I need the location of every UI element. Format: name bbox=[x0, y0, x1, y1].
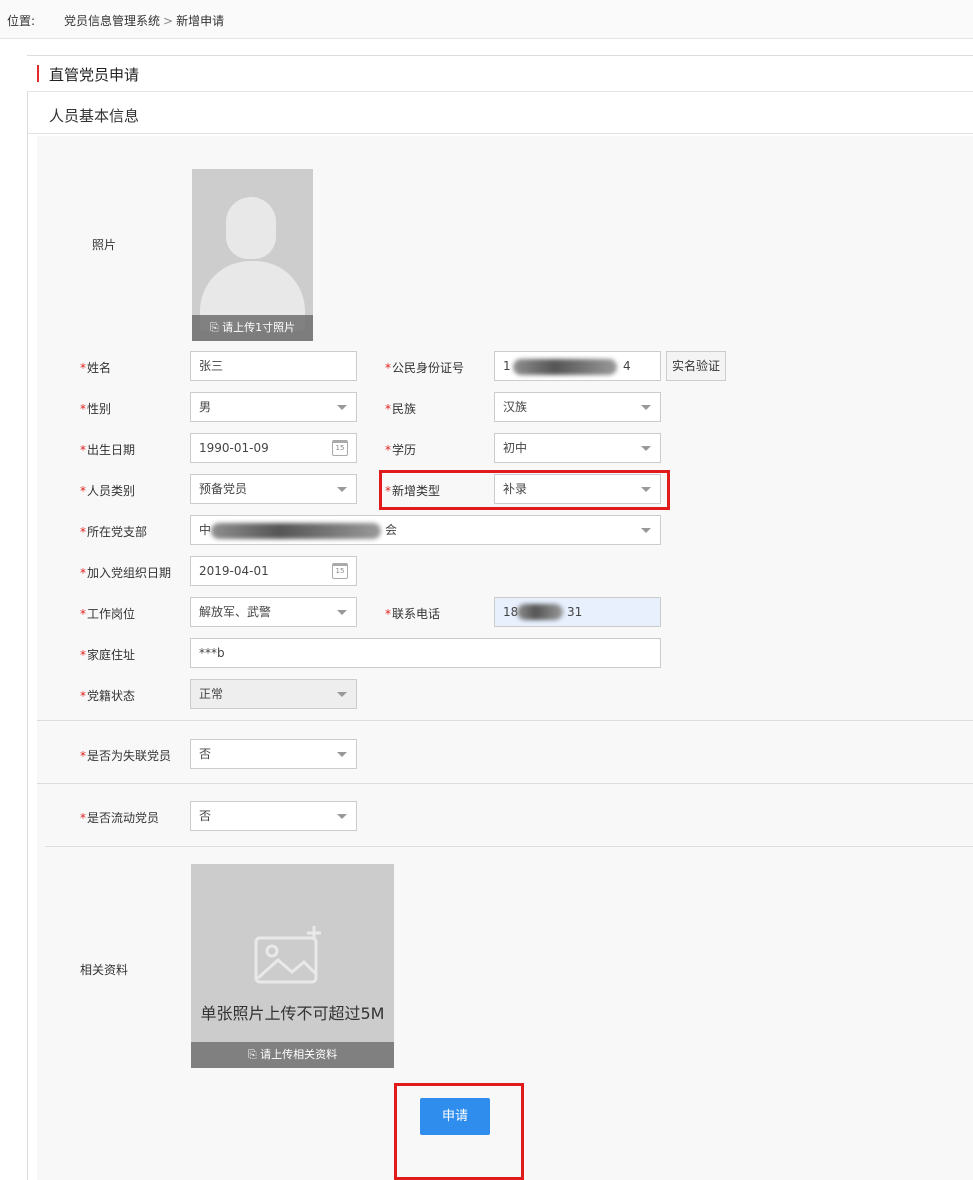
education-select[interactable]: 初中 bbox=[494, 433, 661, 463]
id-number-prefix: 1 bbox=[503, 359, 511, 373]
attachments-upload-caption[interactable]: ⎘ 请上传相关资料 bbox=[191, 1042, 394, 1068]
section-divider bbox=[37, 783, 973, 784]
required-star: * bbox=[80, 689, 86, 703]
phone-prefix: 18 bbox=[503, 605, 519, 619]
breadcrumb: 党员信息管理系统 > 新增申请 bbox=[64, 12, 224, 29]
required-star: * bbox=[80, 484, 86, 498]
required-star: * bbox=[80, 566, 86, 580]
calendar-icon[interactable]: 15 bbox=[332, 440, 348, 456]
section-header: 人员基本信息 bbox=[27, 96, 973, 134]
join-date-label: *加入党组织日期 bbox=[80, 566, 172, 580]
title-accent-bar bbox=[37, 65, 39, 82]
verify-identity-button[interactable]: 实名验证 bbox=[666, 351, 726, 381]
required-star: * bbox=[80, 648, 86, 662]
chevron-down-icon bbox=[641, 528, 651, 533]
birth-date-input[interactable]: 1990-01-09 15 bbox=[190, 433, 357, 463]
gender-select[interactable]: 男 bbox=[190, 392, 357, 422]
ethnicity-label: *民族 bbox=[385, 402, 417, 416]
upload-icon: ⎘ bbox=[209, 321, 223, 334]
id-number-suffix: 4 bbox=[623, 359, 631, 373]
required-star: * bbox=[80, 811, 86, 825]
chevron-down-icon bbox=[337, 814, 347, 819]
position-label: *工作岗位 bbox=[80, 607, 136, 621]
id-number-input[interactable]: 1 4 bbox=[494, 351, 661, 381]
breadcrumb-current: 新增申请 bbox=[176, 14, 225, 28]
image-placeholder-icon bbox=[254, 926, 321, 984]
address-input[interactable]: ***b bbox=[190, 638, 661, 668]
section-divider bbox=[45, 846, 973, 847]
calendar-icon[interactable]: 15 bbox=[332, 563, 348, 579]
chevron-down-icon bbox=[337, 487, 347, 492]
page-header: 直管党员申请 bbox=[27, 56, 973, 92]
page-title: 直管党员申请 bbox=[49, 66, 140, 84]
upload-size-note: 单张照片上传不可超过5M bbox=[200, 1004, 385, 1023]
breadcrumb-bar: 位置: 党员信息管理系统 > 新增申请 bbox=[0, 0, 973, 39]
section-title: 人员基本信息 bbox=[49, 107, 140, 125]
lost-contact-label: *是否为失联党员 bbox=[80, 749, 172, 763]
phone-suffix: 31 bbox=[567, 605, 583, 619]
address-label: *家庭住址 bbox=[80, 648, 136, 662]
phone-label: *联系电话 bbox=[385, 607, 441, 621]
photo-upload-text: 请上传1寸照片 bbox=[222, 321, 296, 334]
ethnicity-select[interactable]: 汉族 bbox=[494, 392, 661, 422]
required-star: * bbox=[80, 361, 86, 375]
member-type-label: *人员类别 bbox=[80, 484, 136, 498]
submit-highlight-box bbox=[394, 1083, 524, 1180]
required-star: * bbox=[385, 361, 391, 375]
required-star: * bbox=[80, 607, 86, 621]
position-select[interactable]: 解放军、武警 bbox=[190, 597, 357, 627]
redaction-blur bbox=[513, 359, 617, 375]
mobile-member-label: *是否流动党员 bbox=[80, 811, 160, 825]
branch-select[interactable]: 中 会 bbox=[190, 515, 661, 545]
birth-date-label: *出生日期 bbox=[80, 443, 136, 457]
phone-input[interactable]: 18 31 bbox=[494, 597, 661, 627]
id-number-label: *公民身份证号 bbox=[385, 361, 465, 375]
member-type-select[interactable]: 预备党员 bbox=[190, 474, 357, 504]
required-star: * bbox=[385, 607, 391, 621]
name-input[interactable]: 张三 bbox=[190, 351, 357, 381]
required-star: * bbox=[80, 749, 86, 763]
upload-icon: ⎘ bbox=[247, 1048, 261, 1061]
required-star: * bbox=[385, 402, 391, 416]
breadcrumb-separator: > bbox=[163, 14, 174, 28]
redaction-blur bbox=[517, 604, 563, 620]
mobile-member-select[interactable]: 否 bbox=[190, 801, 357, 831]
branch-suffix: 会 bbox=[385, 523, 398, 537]
required-star: * bbox=[80, 443, 86, 457]
chevron-down-icon bbox=[641, 446, 651, 451]
required-star: * bbox=[80, 525, 86, 539]
attachments-label: 相关资料 bbox=[80, 963, 129, 977]
photo-upload-caption[interactable]: ⎘ 请上传1寸照片 bbox=[192, 315, 313, 341]
avatar-head-placeholder bbox=[226, 197, 276, 259]
chevron-down-icon bbox=[337, 405, 347, 410]
chevron-down-icon bbox=[641, 405, 651, 410]
attachments-upload-text: 请上传相关资料 bbox=[260, 1048, 338, 1061]
status-label: *党籍状态 bbox=[80, 689, 136, 703]
section-divider bbox=[37, 720, 973, 721]
status-select: 正常 bbox=[190, 679, 357, 709]
attachments-upload[interactable]: 单张照片上传不可超过5M ⎘ 请上传相关资料 bbox=[191, 864, 394, 1068]
lost-contact-select[interactable]: 否 bbox=[190, 739, 357, 769]
add-type-highlight-box bbox=[379, 470, 670, 510]
photo-label: 照片 bbox=[92, 238, 117, 252]
chevron-down-icon bbox=[337, 752, 347, 757]
required-star: * bbox=[385, 443, 391, 457]
chevron-down-icon bbox=[337, 610, 347, 615]
branch-prefix: 中 bbox=[199, 523, 212, 537]
chevron-down-icon bbox=[337, 692, 347, 697]
education-label: *学历 bbox=[385, 443, 417, 457]
gender-label: *性别 bbox=[80, 402, 112, 416]
branch-label: *所在党支部 bbox=[80, 525, 148, 539]
join-date-input[interactable]: 2019-04-01 15 bbox=[190, 556, 357, 586]
breadcrumb-label: 位置: bbox=[7, 14, 36, 28]
photo-upload[interactable]: ⎘ 请上传1寸照片 bbox=[192, 169, 313, 341]
redaction-blur bbox=[211, 523, 381, 539]
required-star: * bbox=[80, 402, 86, 416]
name-label: *姓名 bbox=[80, 361, 112, 375]
breadcrumb-link-system[interactable]: 党员信息管理系统 bbox=[64, 14, 160, 28]
